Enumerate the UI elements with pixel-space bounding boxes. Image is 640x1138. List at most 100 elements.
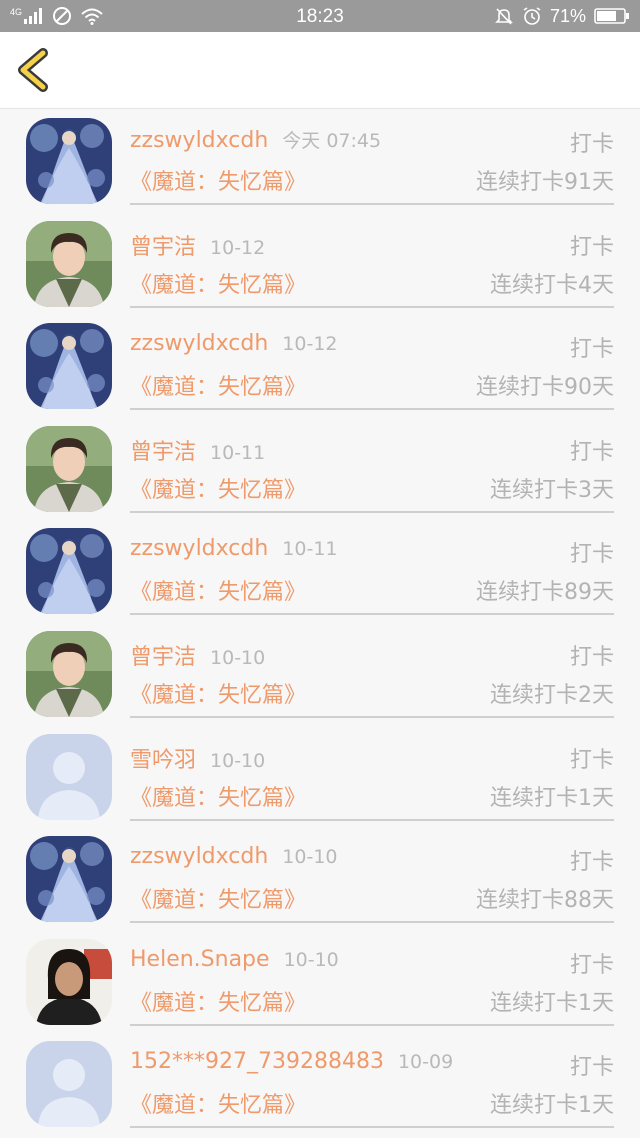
list-item[interactable]: zzswyldxcdh 10-11 打卡 《魔道：失忆篇》 连续打卡89天: [0, 520, 640, 623]
checkin-date: 10-10: [283, 948, 339, 971]
avatar[interactable]: [26, 1041, 112, 1128]
streak-count: 连续打卡4天: [490, 272, 614, 298]
book-title[interactable]: 《魔道：失忆篇》: [130, 369, 306, 401]
user-name[interactable]: 曾宇洁: [130, 645, 196, 670]
streak-count: 连续打卡1天: [490, 990, 614, 1016]
checkin-date: 10-12: [210, 236, 266, 259]
back-button[interactable]: [14, 48, 54, 92]
streak-count: 连续打卡89天: [476, 580, 614, 606]
app-header: [0, 32, 640, 109]
avatar[interactable]: [26, 938, 112, 1025]
avatar[interactable]: [26, 220, 112, 307]
streak-count: 连续打卡3天: [490, 477, 614, 503]
list-item-content: 雪吟羽 10-10 打卡 《魔道：失忆篇》 连续打卡1天: [130, 726, 614, 821]
checkin-tag: 打卡: [569, 337, 614, 363]
avatar[interactable]: [26, 528, 112, 615]
checkin-tag: 打卡: [569, 234, 614, 260]
list-item[interactable]: zzswyldxcdh 10-10 打卡 《魔道：失忆篇》 连续打卡88天: [0, 828, 640, 931]
streak-count: 连续打卡1天: [490, 785, 614, 811]
list-item[interactable]: Helen.Snape 10-10 打卡 《魔道：失忆篇》 连续打卡1天: [0, 931, 640, 1034]
back-chevron-icon: [18, 48, 48, 92]
avatar[interactable]: [26, 836, 112, 923]
list-item-content: zzswyldxcdh 10-10 打卡 《魔道：失忆篇》 连续打卡88天: [130, 828, 614, 924]
avatar[interactable]: [26, 118, 112, 204]
list-item-content: 曾宇洁 10-12 打卡 《魔道：失忆篇》 连续打卡4天: [130, 213, 614, 308]
list-item[interactable]: zzswyldxcdh 今天 07:45 打卡 《魔道：失忆篇》 连续打卡91天: [0, 110, 640, 213]
list-item[interactable]: 曾宇洁 10-10 打卡 《魔道：失忆篇》 连续打卡2天: [0, 623, 640, 726]
list-item-content: 152***927_739288483 10-09 打卡 《魔道：失忆篇》 连续打…: [130, 1033, 614, 1129]
avatar[interactable]: [26, 630, 112, 717]
user-name[interactable]: zzswyldxcdh: [130, 844, 268, 869]
book-title[interactable]: 《魔道：失忆篇》: [130, 164, 306, 196]
checkin-list: zzswyldxcdh 今天 07:45 打卡 《魔道：失忆篇》 连续打卡91天 …: [0, 110, 640, 1136]
checkin-date: 10-11: [282, 538, 338, 561]
list-item-content: zzswyldxcdh 今天 07:45 打卡 《魔道：失忆篇》 连续打卡91天: [130, 110, 614, 205]
streak-count: 连续打卡2天: [490, 682, 614, 708]
streak-count: 连续打卡91天: [476, 170, 614, 195]
fairy-avatar-icon: [26, 323, 112, 410]
list-item-content: zzswyldxcdh 10-11 打卡 《魔道：失忆篇》 连续打卡89天: [130, 520, 614, 616]
user-name[interactable]: zzswyldxcdh: [130, 331, 268, 356]
list-item-content: Helen.Snape 10-10 打卡 《魔道：失忆篇》 连续打卡1天: [130, 931, 614, 1026]
default-avatar-icon: [26, 1041, 112, 1128]
list-item-content: zzswyldxcdh 10-12 打卡 《魔道：失忆篇》 连续打卡90天: [130, 315, 614, 411]
list-item[interactable]: zzswyldxcdh 10-12 打卡 《魔道：失忆篇》 连续打卡90天: [0, 315, 640, 418]
streak-count: 连续打卡88天: [476, 888, 614, 914]
user-name[interactable]: 雪吟羽: [130, 748, 196, 773]
checkin-tag: 打卡: [569, 439, 614, 465]
checkin-date: 10-10: [210, 646, 266, 669]
fairy-avatar-icon: [26, 528, 112, 615]
status-icons-right: 71%: [494, 5, 630, 27]
user-name[interactable]: 152***927_739288483: [130, 1049, 384, 1074]
checkin-tag: 打卡: [569, 747, 614, 773]
list-item-content: 曾宇洁 10-10 打卡 《魔道：失忆篇》 连续打卡2天: [130, 623, 614, 718]
streak-count: 连续打卡90天: [476, 375, 614, 401]
battery-icon: [594, 8, 629, 24]
checkin-tag: 打卡: [569, 644, 614, 670]
user-name[interactable]: 曾宇洁: [130, 235, 196, 260]
list-item[interactable]: 曾宇洁 10-12 打卡 《魔道：失忆篇》 连续打卡4天: [0, 213, 640, 316]
woman-avatar-icon: [26, 938, 112, 1025]
book-title[interactable]: 《魔道：失忆篇》: [130, 985, 306, 1017]
checkin-date: 10-09: [397, 1051, 454, 1074]
checkin-tag: 打卡: [569, 132, 614, 157]
checkin-tag: 打卡: [569, 542, 614, 568]
checkin-tag: 打卡: [569, 850, 614, 876]
list-item[interactable]: 曾宇洁 10-11 打卡 《魔道：失忆篇》 连续打卡3天: [0, 418, 640, 521]
book-title[interactable]: 《魔道：失忆篇》: [130, 780, 306, 812]
list-item[interactable]: 雪吟羽 10-10 打卡 《魔道：失忆篇》 连续打卡1天: [0, 726, 640, 829]
checkin-date: 今天 07:45: [282, 130, 382, 152]
checkin-date: 10-11: [210, 441, 266, 464]
user-name[interactable]: zzswyldxcdh: [130, 128, 268, 153]
user-name[interactable]: zzswyldxcdh: [130, 536, 268, 561]
avatar[interactable]: [26, 733, 112, 820]
user-name[interactable]: Helen.Snape: [130, 947, 270, 972]
checkin-date: 10-10: [210, 749, 266, 772]
list-item[interactable]: 152***927_739288483 10-09 打卡 《魔道：失忆篇》 连续打…: [0, 1033, 640, 1136]
streak-count: 连续打卡1天: [490, 1093, 614, 1119]
book-title[interactable]: 《魔道：失忆篇》: [130, 882, 306, 914]
book-title[interactable]: 《魔道：失忆篇》: [130, 267, 306, 299]
mute-bell-icon: [495, 8, 513, 25]
user-name[interactable]: 曾宇洁: [130, 440, 196, 465]
avatar[interactable]: [26, 425, 112, 512]
book-title[interactable]: 《魔道：失忆篇》: [130, 1087, 306, 1119]
book-title[interactable]: 《魔道：失忆篇》: [130, 472, 306, 504]
status-bar: 4G 18:23 71%: [0, 0, 640, 32]
battery-percent: 71%: [549, 5, 586, 26]
book-title[interactable]: 《魔道：失忆篇》: [130, 574, 306, 606]
book-title[interactable]: 《魔道：失忆篇》: [130, 677, 306, 709]
checkin-date: 10-10: [282, 846, 338, 869]
checkin-date: 10-12: [282, 333, 338, 356]
boy-avatar-icon: [26, 220, 112, 307]
boy-avatar-icon: [26, 425, 112, 512]
boy-avatar-icon: [26, 630, 112, 717]
checkin-tag: 打卡: [569, 1055, 614, 1081]
fairy-avatar-icon: [26, 118, 112, 204]
fairy-avatar-icon: [26, 836, 112, 923]
default-avatar-icon: [26, 733, 112, 820]
list-item-content: 曾宇洁 10-11 打卡 《魔道：失忆篇》 连续打卡3天: [130, 418, 614, 513]
checkin-tag: 打卡: [569, 952, 614, 978]
avatar[interactable]: [26, 323, 112, 410]
alarm-clock-icon: [523, 7, 541, 25]
